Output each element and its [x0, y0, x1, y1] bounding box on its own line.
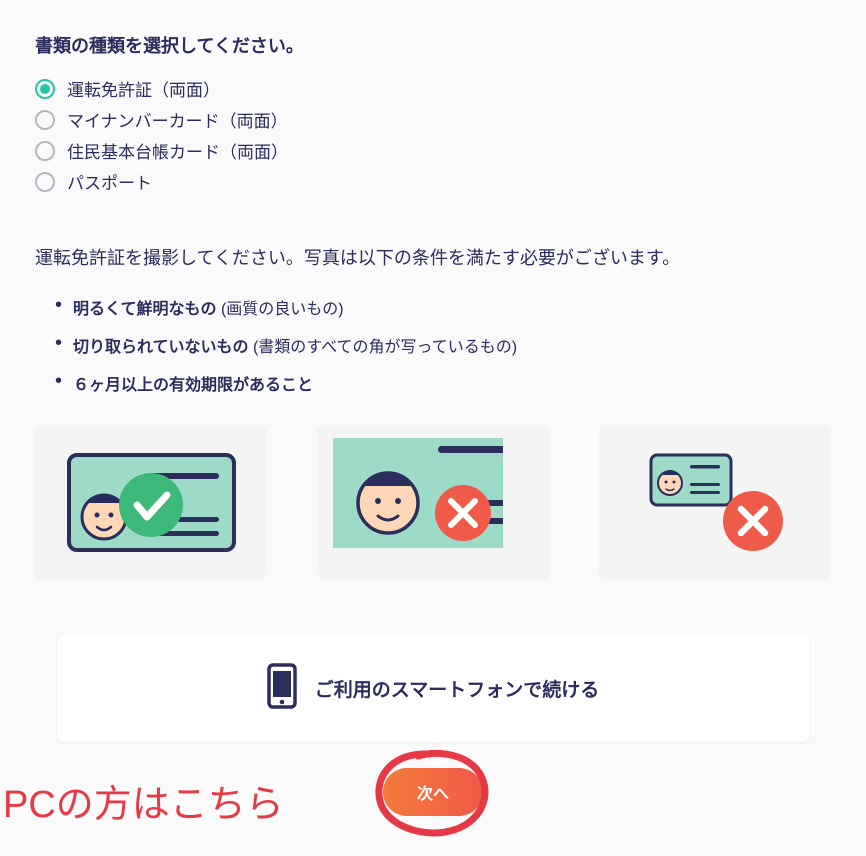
id-card-good-illustration [59, 445, 244, 560]
capture-instruction: 運転免許証を撮影してください。写真は以下の条件を満たす必要がございます。 [35, 244, 831, 270]
requirement-note: (書類のすべての角が写っているもの) [253, 339, 517, 356]
requirement-item: 明るくて鮮明なもの (画質の良いもの) [55, 295, 831, 319]
example-images-row [35, 425, 831, 580]
requirements-list: 明るくて鮮明なもの (画質の良いもの) 切り取られていないもの (書類のすべての… [55, 295, 831, 395]
radio-label: 運転免許証（両面） [67, 76, 220, 101]
radio-option-drivers-license[interactable]: 運転免許証（両面） [35, 76, 831, 101]
next-button[interactable]: 次へ [383, 768, 483, 816]
next-button-row: 次へ PCの方はこちら [35, 756, 831, 826]
radio-circle-icon [35, 172, 55, 192]
requirement-item: 切り取られていないもの (書類のすべての角が写っているもの) [55, 333, 831, 357]
pc-users-annotation: PCの方はこちら [3, 773, 284, 828]
continue-on-smartphone-card[interactable]: ご利用のスマートフォンで続ける [57, 635, 809, 742]
example-good [35, 425, 267, 580]
id-card-cropped-illustration [333, 438, 533, 568]
requirement-item: ６ヶ月以上の有効期限があること [55, 371, 831, 395]
radio-label: マイナンバーカード（両面） [67, 107, 288, 132]
radio-circle-icon [35, 141, 55, 161]
document-type-radio-group: 運転免許証（両面） マイナンバーカード（両面） 住民基本台帳カード（両面） パス… [35, 76, 831, 194]
radio-label: パスポート [67, 169, 152, 194]
example-bad-small [599, 425, 831, 580]
example-bad-cropped [317, 425, 549, 580]
smartphone-icon [267, 663, 297, 714]
radio-label: 住民基本台帳カード（両面） [67, 138, 288, 163]
id-card-small-illustration [635, 443, 795, 563]
radio-option-passport[interactable]: パスポート [35, 169, 831, 194]
radio-circle-icon [35, 110, 55, 130]
radio-option-juki-card[interactable]: 住民基本台帳カード（両面） [35, 138, 831, 163]
page-heading: 書類の種類を選択してください。 [35, 32, 831, 58]
continue-on-smartphone-label: ご利用のスマートフォンで続ける [315, 675, 599, 702]
requirement-note: (画質の良いもの) [221, 301, 344, 318]
requirement-bold: 明るくて鮮明なもの [73, 301, 221, 318]
radio-option-mynumber-card[interactable]: マイナンバーカード（両面） [35, 107, 831, 132]
radio-circle-icon [35, 79, 55, 99]
requirement-bold: 切り取られていないもの [73, 339, 253, 356]
requirement-bold: ６ヶ月以上の有効期限があること [73, 377, 313, 394]
